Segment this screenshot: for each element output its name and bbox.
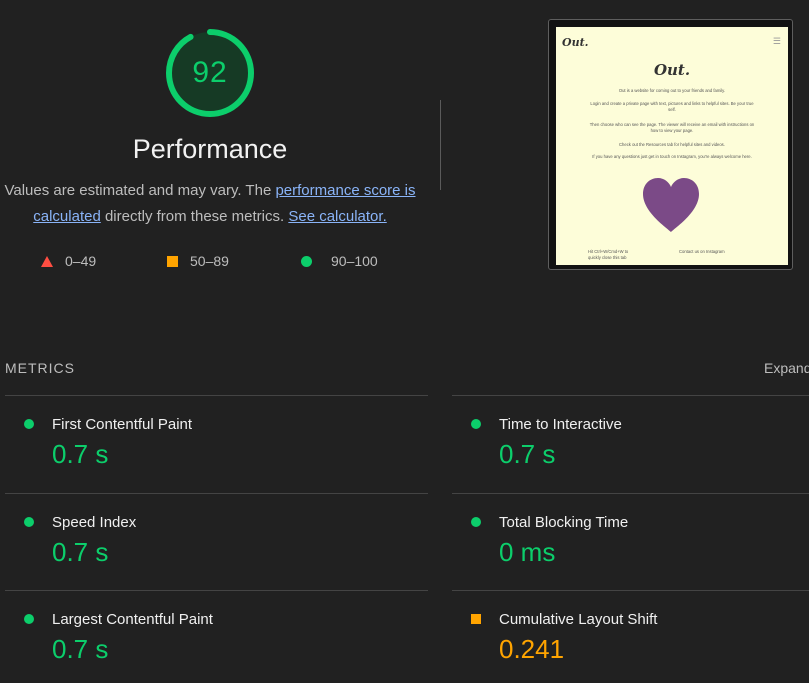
legend-average: 50–89 <box>167 252 229 270</box>
pass-indicator-icon <box>471 517 481 527</box>
metric-value: 0.7 s <box>499 439 556 469</box>
hamburger-icon: ☰ <box>772 36 781 46</box>
vertical-divider <box>440 100 441 190</box>
site-logo: Out. <box>562 36 589 49</box>
metric-value: 0.7 s <box>52 634 109 664</box>
description-text: Values are estimated and may vary. The <box>4 182 276 199</box>
performance-description: Values are estimated and may vary. The p… <box>0 178 420 229</box>
performance-score: 92 <box>192 56 228 89</box>
metric-time-to-interactive: Time to Interactive 0.7 s <box>452 396 809 486</box>
legend-pass: 90–100 <box>301 252 378 270</box>
site-footer-right: Contact us on Instagram <box>679 249 725 254</box>
average-indicator-icon <box>471 614 481 624</box>
metric-first-contentful-paint: First Contentful Paint 0.7 s <box>5 396 385 486</box>
site-paragraph: Check out the Resources tab for helpful … <box>619 142 725 147</box>
metric-value: 0.241 <box>499 634 565 664</box>
metric-total-blocking-time: Total Blocking Time 0 ms <box>452 494 809 584</box>
square-icon <box>167 255 178 267</box>
metric-title: First Contentful Paint <box>52 416 193 433</box>
metric-value: 0.7 s <box>52 439 109 469</box>
site-heading: Out. <box>653 61 691 79</box>
metric-title: Speed Index <box>52 514 137 531</box>
metric-title: Time to Interactive <box>499 416 622 433</box>
metric-title: Cumulative Layout Shift <box>499 611 658 628</box>
metrics-heading: METRICS <box>5 360 75 376</box>
legend-label: 90–100 <box>331 253 378 269</box>
site-paragraph: If you have any questions just get in to… <box>592 154 752 159</box>
metric-cumulative-layout-shift: Cumulative Layout Shift 0.241 <box>452 591 809 681</box>
heart-icon <box>643 178 699 232</box>
circle-icon <box>301 255 312 267</box>
metric-speed-index: Speed Index 0.7 s <box>5 494 385 584</box>
site-paragraph: Login and create a private page with tex… <box>590 101 754 113</box>
final-screenshot[interactable]: Out. ☰ Out. Out is a website for coming … <box>556 27 788 265</box>
pass-indicator-icon <box>471 419 481 429</box>
site-paragraph: Out is a website for coming out to your … <box>618 88 726 93</box>
pass-indicator-icon <box>24 517 34 527</box>
metric-value: 0.7 s <box>52 537 109 567</box>
site-footer-left: Hit Ctrl+W/Cmd+W to quickly close this t… <box>588 249 629 261</box>
metric-value: 0 ms <box>499 537 556 567</box>
pass-indicator-icon <box>24 419 34 429</box>
metric-title: Total Blocking Time <box>499 514 629 531</box>
legend-fail: 0–49 <box>41 252 96 270</box>
pass-indicator-icon <box>24 614 34 624</box>
metric-largest-contentful-paint: Largest Contentful Paint 0.7 s <box>5 591 385 681</box>
performance-title: Performance <box>132 134 288 164</box>
triangle-icon <box>41 255 53 267</box>
site-paragraph: Then choose who can see the page. The vi… <box>589 122 755 134</box>
legend-label: 0–49 <box>65 253 97 269</box>
expand-view-toggle[interactable]: Expand view <box>764 360 809 376</box>
metric-title: Largest Contentful Paint <box>52 611 213 628</box>
description-text: directly from these metrics. <box>100 207 289 225</box>
legend-label: 50–89 <box>190 253 229 269</box>
see-calculator-link[interactable]: See calculator. <box>288 208 386 225</box>
